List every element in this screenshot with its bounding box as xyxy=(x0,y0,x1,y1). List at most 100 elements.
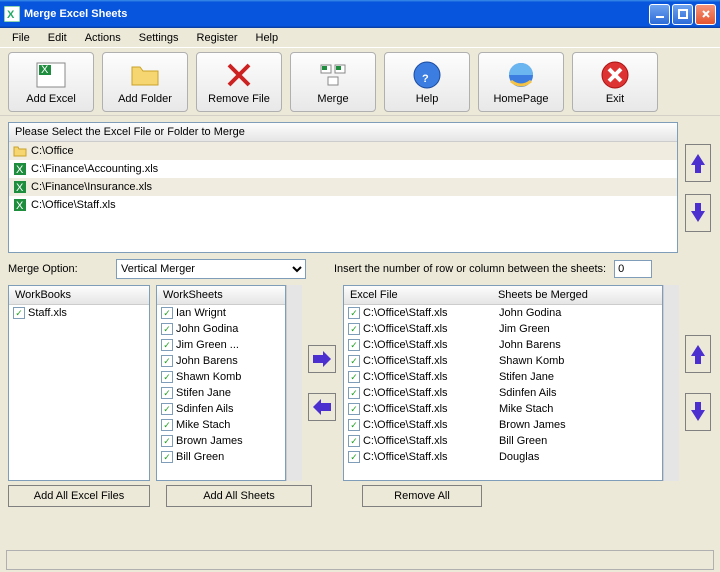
result-row[interactable]: ✓C:\Office\Staff.xlsSdinfen Ails xyxy=(344,385,662,401)
excel-icon: X xyxy=(35,59,67,91)
worksheet-item[interactable]: ✓Brown James xyxy=(157,433,285,449)
exit-button[interactable]: Exit xyxy=(572,52,658,112)
result-file: C:\Office\Staff.xls xyxy=(363,451,448,463)
menu-actions[interactable]: Actions xyxy=(77,30,129,46)
menu-help[interactable]: Help xyxy=(248,30,287,46)
worksheet-name: Brown James xyxy=(176,435,243,447)
scrollbar[interactable] xyxy=(286,285,302,481)
worksheet-name: Jim Green ... xyxy=(176,339,239,351)
result-move-up-button[interactable] xyxy=(685,335,711,373)
worksheet-name: Mike Stach xyxy=(176,419,230,431)
result-file: C:\Office\Staff.xls xyxy=(363,435,448,447)
worksheet-item[interactable]: ✓Bill Green xyxy=(157,449,285,465)
help-button[interactable]: ? Help xyxy=(384,52,470,112)
menu-settings[interactable]: Settings xyxy=(131,30,187,46)
checkbox[interactable]: ✓ xyxy=(161,371,173,383)
worksheet-item[interactable]: ✓John Godina xyxy=(157,321,285,337)
toolbar: X Add Excel Add Folder Remove File Merge… xyxy=(0,48,720,116)
checkbox[interactable]: ✓ xyxy=(348,323,360,335)
result-row[interactable]: ✓C:\Office\Staff.xlsStifen Jane xyxy=(344,369,662,385)
result-file: C:\Office\Staff.xls xyxy=(363,339,448,351)
add-to-merge-button[interactable] xyxy=(308,345,336,373)
checkbox[interactable]: ✓ xyxy=(161,451,173,463)
remove-icon xyxy=(223,59,255,91)
worksheet-item[interactable]: ✓Stifen Jane xyxy=(157,385,285,401)
menu-edit[interactable]: Edit xyxy=(40,30,75,46)
result-sheet: Stifen Jane xyxy=(499,371,658,383)
add-folder-button[interactable]: Add Folder xyxy=(102,52,188,112)
checkbox[interactable]: ✓ xyxy=(161,355,173,367)
merge-button[interactable]: Merge xyxy=(290,52,376,112)
insert-rows-input[interactable] xyxy=(614,260,652,278)
checkbox[interactable]: ✓ xyxy=(348,387,360,399)
title-bar: X Merge Excel Sheets xyxy=(0,0,720,28)
checkbox[interactable]: ✓ xyxy=(348,339,360,351)
close-button[interactable] xyxy=(695,4,716,25)
merge-option-select[interactable]: Vertical Merger xyxy=(116,259,306,279)
result-row[interactable]: ✓C:\Office\Staff.xlsMike Stach xyxy=(344,401,662,417)
checkbox[interactable]: ✓ xyxy=(161,307,173,319)
checkbox[interactable]: ✓ xyxy=(348,371,360,383)
menu-file[interactable]: File xyxy=(4,30,38,46)
result-sheet: Douglas xyxy=(499,451,658,463)
worksheet-item[interactable]: ✓Mike Stach xyxy=(157,417,285,433)
remove-from-merge-button[interactable] xyxy=(308,393,336,421)
file-list-item[interactable]: XC:\Finance\Insurance.xls xyxy=(9,178,677,196)
add-all-sheets-button[interactable]: Add All Sheets xyxy=(166,485,312,507)
result-row[interactable]: ✓C:\Office\Staff.xlsBrown James xyxy=(344,417,662,433)
checkbox[interactable]: ✓ xyxy=(161,419,173,431)
result-row[interactable]: ✓C:\Office\Staff.xls John Barens xyxy=(344,337,662,353)
remove-all-button[interactable]: Remove All xyxy=(362,485,482,507)
help-icon: ? xyxy=(411,59,443,91)
status-bar xyxy=(6,550,714,570)
worksheet-item[interactable]: ✓Sdinfen Ails xyxy=(157,401,285,417)
worksheet-item[interactable]: ✓Ian Wrignt xyxy=(157,305,285,321)
result-sheet: Brown James xyxy=(499,419,658,431)
insert-rows-label: Insert the number of row or column betwe… xyxy=(334,263,606,275)
result-move-down-button[interactable] xyxy=(685,393,711,431)
worksheet-item[interactable]: ✓Shawn Komb xyxy=(157,369,285,385)
checkbox[interactable]: ✓ xyxy=(13,307,25,319)
result-row[interactable]: ✓C:\Office\Staff.xls Bill Green xyxy=(344,433,662,449)
scrollbar[interactable] xyxy=(663,285,679,481)
checkbox[interactable]: ✓ xyxy=(161,387,173,399)
file-list-item[interactable]: C:\Office xyxy=(9,142,677,160)
ie-icon xyxy=(505,59,537,91)
add-excel-button[interactable]: X Add Excel xyxy=(8,52,94,112)
checkbox[interactable]: ✓ xyxy=(348,419,360,431)
app-icon: X xyxy=(4,6,20,22)
result-row[interactable]: ✓C:\Office\Staff.xls Douglas xyxy=(344,449,662,465)
checkbox[interactable]: ✓ xyxy=(348,435,360,447)
result-sheet: Bill Green xyxy=(499,435,658,447)
exit-icon xyxy=(599,59,631,91)
checkbox[interactable]: ✓ xyxy=(348,451,360,463)
result-sheet: John Barens xyxy=(499,339,658,351)
checkbox[interactable]: ✓ xyxy=(161,403,173,415)
checkbox[interactable]: ✓ xyxy=(161,435,173,447)
workbook-name: Staff.xls xyxy=(28,307,67,319)
worksheet-item[interactable]: ✓John Barens xyxy=(157,353,285,369)
window-title: Merge Excel Sheets xyxy=(24,8,649,20)
checkbox[interactable]: ✓ xyxy=(348,307,360,319)
result-row[interactable]: ✓C:\Office\Staff.xlsShawn Komb xyxy=(344,353,662,369)
remove-file-button[interactable]: Remove File xyxy=(196,52,282,112)
checkbox[interactable]: ✓ xyxy=(348,403,360,415)
checkbox[interactable]: ✓ xyxy=(161,339,173,351)
file-list-item[interactable]: XC:\Finance\Accounting.xls xyxy=(9,160,677,178)
add-all-excel-button[interactable]: Add All Excel Files xyxy=(8,485,150,507)
svg-text:X: X xyxy=(16,200,24,212)
workbook-item[interactable]: ✓Staff.xls xyxy=(9,305,149,321)
worksheet-item[interactable]: ✓Jim Green ... xyxy=(157,337,285,353)
file-list-item[interactable]: XC:\Office\Staff.xls xyxy=(9,196,677,214)
checkbox[interactable]: ✓ xyxy=(161,323,173,335)
minimize-button[interactable] xyxy=(649,4,670,25)
move-up-button[interactable] xyxy=(685,144,711,182)
result-row[interactable]: ✓C:\Office\Staff.xlsJohn Godina xyxy=(344,305,662,321)
checkbox[interactable]: ✓ xyxy=(348,355,360,367)
workbooks-panel: WorkBooks ✓Staff.xls xyxy=(8,285,150,481)
move-down-button[interactable] xyxy=(685,194,711,232)
menu-register[interactable]: Register xyxy=(189,30,246,46)
maximize-button[interactable] xyxy=(672,4,693,25)
result-row[interactable]: ✓C:\Office\Staff.xlsJim Green xyxy=(344,321,662,337)
homepage-button[interactable]: HomePage xyxy=(478,52,564,112)
